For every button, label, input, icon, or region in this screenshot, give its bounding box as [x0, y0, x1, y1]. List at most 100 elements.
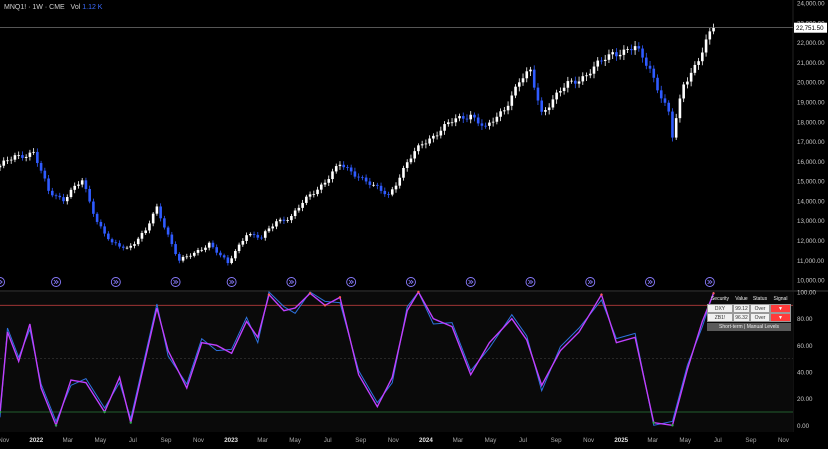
candle-body [47, 178, 50, 191]
table-header-value: Value [735, 296, 748, 302]
candle-body [555, 92, 558, 100]
candle-body [540, 100, 543, 112]
time-tick-label: 2023 [224, 437, 238, 444]
symbol-header[interactable]: MNQ1! · 1W · CME Vol 1.12 K [4, 4, 102, 11]
candle-body [99, 221, 103, 227]
time-tick-label: Sep [160, 437, 172, 444]
oscillator-overbought-point [323, 304, 327, 307]
candle-body [196, 250, 200, 253]
candle-body [473, 114, 476, 118]
candle-body [514, 86, 517, 96]
time-tick-label: Nov [193, 437, 205, 444]
volume-label: Vol [70, 4, 81, 11]
candle-body [547, 107, 551, 111]
time-tick-label: 2022 [29, 437, 43, 444]
candle-body [62, 197, 65, 202]
candle-body [622, 49, 626, 55]
oscillator-tick-label: 100.00 [797, 290, 816, 297]
table-cell-signal: ▼ [770, 304, 791, 313]
time-tick-label: Nov [778, 437, 790, 444]
candle-body [420, 144, 424, 146]
table-footer: Short-term | Manual Levels [707, 323, 791, 331]
candle-body [588, 73, 592, 76]
symbol-label: MNQ1! [4, 4, 27, 11]
oscillator-axis[interactable]: 0.00 20.00 40.00 60.00 80.00 100.00 [797, 290, 816, 430]
candle-body [133, 244, 136, 246]
candle-body [316, 189, 319, 195]
candle-body [383, 190, 387, 195]
candle-body [151, 213, 155, 224]
candle-body [129, 245, 133, 248]
candle-body [39, 163, 43, 171]
time-tick-label: Mar [62, 437, 73, 444]
candle-body [559, 91, 562, 93]
forward-circle-icon-glyph [468, 279, 474, 285]
price-axis[interactable]: 10,000.00 11,000.00 12,000.00 13,000.00 14,0… [794, 1, 827, 285]
exchange-label: CME [49, 4, 65, 11]
time-tick-label: Sep [551, 437, 563, 444]
candle-body [58, 195, 62, 198]
signal-table: Security Value Status Signal DXY 99.12 O… [707, 295, 791, 331]
candle-body [155, 206, 159, 214]
candle-body [607, 54, 611, 60]
oscillator-overbought-point [600, 293, 603, 296]
candle-body [353, 171, 357, 177]
table-header-signal: Signal [773, 296, 788, 302]
candle-body [368, 181, 372, 185]
candle-body [428, 138, 431, 144]
candle-body [297, 207, 301, 211]
candle-body [701, 52, 704, 62]
candle-body [712, 27, 715, 32]
table-cell-signal: ▼ [770, 313, 791, 322]
candle-body [394, 185, 398, 190]
price-tick-label: 10,000.00 [797, 278, 825, 285]
candle-body [376, 184, 379, 186]
interval-label: 1W [32, 4, 43, 11]
candle-body [331, 171, 334, 180]
candle-body [667, 102, 671, 112]
time-tick-label: Nov [583, 437, 595, 444]
time-tick-label: Mar [257, 437, 268, 444]
candle-body [323, 182, 327, 185]
candle-body [241, 240, 245, 245]
candle-body [95, 213, 99, 222]
candle-body [215, 247, 218, 253]
candle-body [2, 160, 6, 166]
candle-body [469, 114, 473, 120]
candle-body [271, 226, 275, 229]
candle-body [204, 247, 207, 250]
candle-body [503, 110, 506, 112]
table-cell-value: 99.12 [733, 304, 750, 313]
candle-body [682, 84, 685, 99]
candle-body [562, 87, 566, 92]
time-axis[interactable]: Nov 2022 Mar May Jul Sep Nov 2023 Mar May Jul Sep No… [0, 437, 790, 444]
candle-body [144, 230, 147, 234]
candle-body [275, 221, 278, 227]
candle-body [136, 238, 140, 245]
candle-body [686, 81, 689, 85]
table-cell-security: DXY [707, 304, 733, 313]
candle-body [334, 166, 338, 172]
candle-body [185, 256, 189, 258]
oscillator-overbought-point [267, 293, 271, 296]
forward-circle-icon-glyph [408, 279, 414, 285]
candle-body [327, 179, 331, 183]
forward-circle-icon-glyph [707, 279, 713, 285]
last-price-label: 22,751.50 [796, 25, 824, 32]
candle-body [17, 155, 20, 156]
candle-body [301, 202, 304, 208]
table-cell-security: ZB1! [707, 313, 733, 322]
oscillator-oversold-point [652, 421, 655, 424]
candle-body [697, 61, 700, 65]
candle-body [663, 98, 667, 103]
candle-body [641, 48, 644, 58]
candle-body [454, 118, 458, 123]
candle-body [435, 135, 439, 137]
oscillator-overbought-point [338, 296, 342, 299]
candle-body [529, 69, 532, 72]
forward-circle-icon-glyph [173, 279, 179, 285]
volume-value: 1.12 K [82, 4, 103, 11]
time-tick-label: Jul [714, 437, 722, 444]
chart-canvas[interactable]: 10,000.00 11,000.00 12,000.00 13,000.00 14,0… [0, 0, 828, 449]
candle-body [570, 80, 573, 82]
